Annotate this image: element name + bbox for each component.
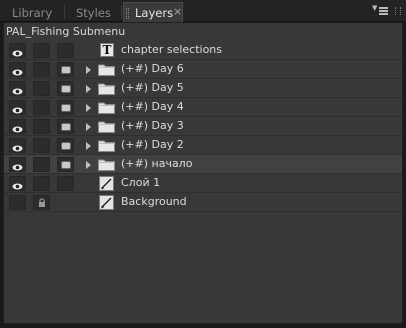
layer-name: chapter selections — [121, 43, 223, 56]
layer-row[interactable]: (+#) Day 3 — [4, 117, 402, 136]
outline-icon — [61, 161, 71, 169]
tab-divider — [121, 5, 122, 19]
visibility-toggle[interactable] — [9, 81, 26, 96]
layer-name: (+#) Day 6 — [121, 62, 184, 75]
panel-tab-bar: Library Styles Layers × ▼ — [0, 0, 406, 23]
composition-title: PAL_Fishing Submenu — [6, 25, 126, 38]
folder-icon — [98, 63, 115, 76]
visibility-toggle[interactable] — [9, 100, 26, 115]
outline-toggle[interactable] — [57, 138, 74, 153]
visibility-toggle[interactable] — [9, 62, 26, 77]
folder-icon — [98, 101, 115, 114]
layer-row[interactable]: Tchapter selections — [4, 41, 402, 60]
expand-triangle-icon[interactable] — [86, 104, 91, 112]
lock-toggle[interactable] — [33, 43, 50, 58]
layer-row[interactable]: (+#) Day 4 — [4, 98, 402, 117]
outline-icon — [61, 85, 71, 93]
layer-name: Слой 1 — [121, 176, 161, 189]
tab-divider — [64, 5, 65, 19]
layer-row[interactable]: Слой 1 — [4, 174, 402, 193]
brush-layer-icon — [99, 195, 114, 210]
eye-icon — [12, 66, 23, 76]
visibility-toggle[interactable] — [9, 176, 26, 191]
outline-toggle[interactable] — [57, 157, 74, 172]
lock-icon — [38, 198, 46, 208]
layer-name: (+#) Day 3 — [121, 119, 184, 132]
close-icon[interactable]: × — [173, 5, 182, 18]
layers-panel: Library Styles Layers × ▼ PAL_Fishing Su… — [0, 0, 406, 328]
expand-triangle-icon[interactable] — [86, 66, 91, 74]
eye-icon — [12, 123, 23, 133]
expand-triangle-icon[interactable] — [86, 123, 91, 131]
visibility-toggle[interactable] — [9, 119, 26, 134]
layer-name: (+#) начало — [121, 157, 193, 170]
expand-triangle-icon[interactable] — [86, 161, 91, 169]
tab-styles[interactable]: Styles — [76, 3, 111, 22]
lock-toggle[interactable] — [33, 62, 50, 77]
outline-toggle[interactable] — [57, 81, 74, 96]
lock-toggle[interactable] — [33, 195, 50, 210]
folder-icon — [98, 158, 115, 171]
outline-toggle[interactable] — [57, 119, 74, 134]
visibility-toggle[interactable] — [9, 195, 26, 210]
outline-icon — [61, 104, 71, 112]
panel-menu-icon[interactable]: ▼ — [372, 4, 390, 18]
eye-icon — [12, 85, 23, 95]
outline-icon — [61, 123, 71, 131]
outline-icon — [61, 66, 71, 74]
layer-name: (+#) Day 2 — [121, 138, 184, 151]
folder-icon — [98, 82, 115, 95]
outline-toggle[interactable] — [57, 176, 74, 191]
tab-layers-label: Layers — [135, 6, 174, 20]
lock-toggle[interactable] — [33, 157, 50, 172]
lock-toggle[interactable] — [33, 138, 50, 153]
text-layer-icon: T — [100, 43, 114, 57]
eye-icon — [12, 142, 23, 152]
brush-layer-icon — [99, 176, 114, 191]
layer-row[interactable]: (+#) начало — [4, 155, 402, 174]
eye-icon — [12, 180, 23, 190]
outline-icon — [61, 142, 71, 150]
folder-icon — [98, 139, 115, 152]
eye-icon — [12, 161, 23, 171]
outline-toggle[interactable] — [57, 62, 74, 77]
eye-icon — [12, 47, 23, 57]
lock-toggle[interactable] — [33, 176, 50, 191]
outline-toggle[interactable] — [57, 43, 74, 58]
layer-name: (+#) Day 5 — [121, 81, 184, 94]
outline-toggle[interactable] — [57, 100, 74, 115]
eye-icon — [12, 104, 23, 114]
lock-toggle[interactable] — [33, 119, 50, 134]
expand-triangle-icon[interactable] — [86, 85, 91, 93]
layers-list: PAL_Fishing Submenu Tchapter selections (… — [3, 22, 403, 324]
tab-library[interactable]: Library — [12, 3, 52, 22]
lock-toggle[interactable] — [33, 100, 50, 115]
visibility-toggle[interactable] — [9, 43, 26, 58]
folder-icon — [98, 120, 115, 133]
visibility-toggle[interactable] — [9, 138, 26, 153]
layer-row[interactable]: (+#) Day 6 — [4, 60, 402, 79]
visibility-toggle[interactable] — [9, 157, 26, 172]
tab-layers[interactable]: Layers × — [123, 2, 183, 23]
expand-triangle-icon[interactable] — [86, 142, 91, 150]
layer-row[interactable]: Background — [4, 193, 402, 212]
layer-row[interactable]: (+#) Day 2 — [4, 136, 402, 155]
tab-grip-icon[interactable] — [126, 8, 129, 19]
lock-toggle[interactable] — [33, 81, 50, 96]
layer-name: (+#) Day 4 — [121, 100, 184, 113]
layer-row[interactable]: (+#) Day 5 — [4, 79, 402, 98]
panel-grip-icon[interactable] — [395, 7, 401, 15]
layer-name: Background — [121, 195, 187, 208]
